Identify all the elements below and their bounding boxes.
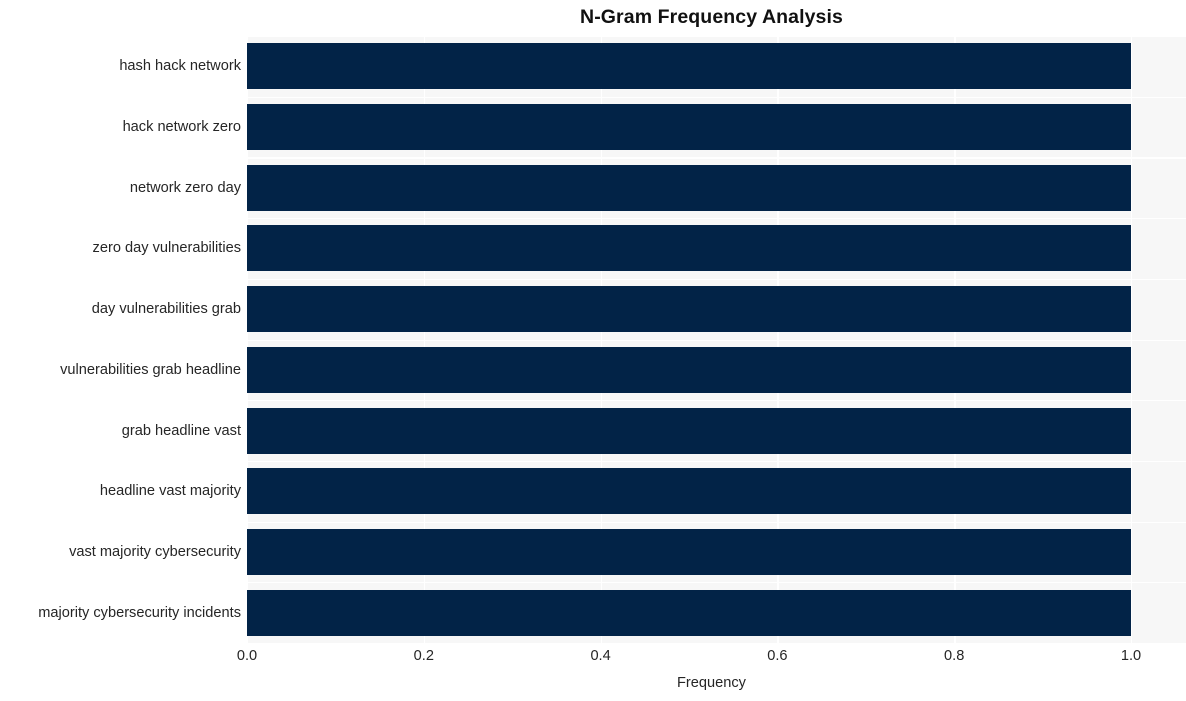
y-axis-tick-label: hack network zero [122, 119, 241, 136]
ngram-frequency-chart: N-Gram Frequency Analysis hash hack netw… [0, 0, 1186, 701]
y-axis-tick-label: hash hack network [119, 58, 241, 75]
bar [247, 225, 1131, 272]
bar [247, 104, 1131, 151]
bar [247, 164, 1131, 211]
x-axis-tick-label: 0.6 [767, 648, 788, 664]
bar [247, 589, 1131, 636]
chart-title: N-Gram Frequency Analysis [580, 6, 843, 28]
bar [247, 528, 1131, 575]
y-axis-tick-label: majority cybersecurity incidents [38, 604, 241, 621]
y-axis-tick-label: headline vast majority [99, 483, 241, 500]
y-axis-tick-label: zero day vulnerabilities [92, 240, 241, 257]
y-axis-tick-label: grab headline vast [121, 422, 241, 439]
x-axis-tick-labels: 0.0 0.2 0.4 0.6 0.8 1.0 [0, 648, 1186, 670]
y-axis-tick-label: network zero day [129, 179, 241, 196]
y-axis-tick-label: day vulnerabilities grab [91, 301, 241, 318]
bar [247, 346, 1131, 393]
bars-layer [247, 36, 1186, 643]
x-axis-tick-label: 0.8 [944, 648, 965, 664]
x-axis-tick-label: 0.0 [236, 648, 258, 664]
y-axis-tick-label: vulnerabilities grab headline [60, 361, 241, 378]
x-axis-tick-label: 0.2 [413, 648, 434, 664]
y-axis-tick-label: vast majority cybersecurity [69, 543, 241, 560]
bar [247, 286, 1131, 333]
x-axis-tick-label: 0.4 [590, 648, 611, 664]
plot-panel [247, 36, 1186, 645]
x-axis-tick-label: 1.0 [1120, 648, 1142, 664]
bar [247, 468, 1131, 515]
x-axis-title: Frequency [677, 675, 746, 691]
bar [247, 407, 1131, 454]
y-axis-tick-labels: hash hack network hack network zero networ… [0, 36, 241, 643]
gridline-horizontal [247, 643, 1186, 645]
bar [247, 43, 1131, 90]
